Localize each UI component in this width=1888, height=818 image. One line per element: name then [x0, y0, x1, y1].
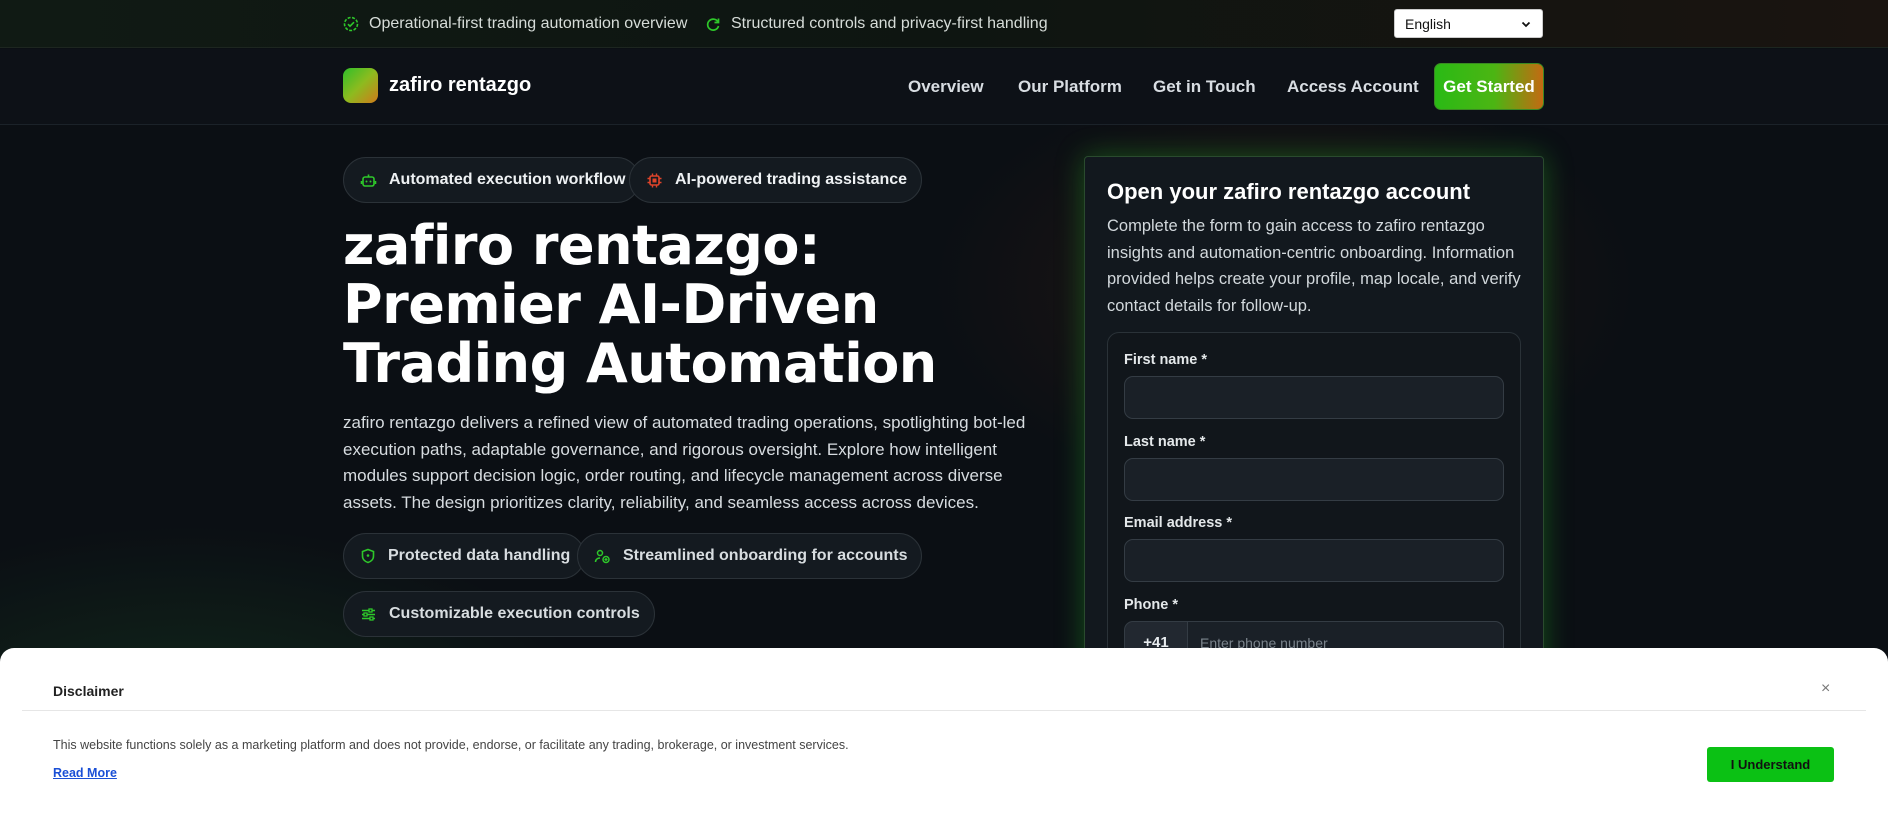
- disclaimer-text: This website functions solely as a marke…: [53, 738, 849, 752]
- email-label: Email address *: [1124, 515, 1232, 531]
- first-name-label: First name *: [1124, 352, 1207, 368]
- signup-card: Open your zafiro rentazgo account Comple…: [1084, 156, 1544, 716]
- top-bar: Operational-first trading automation ove…: [0, 0, 1888, 48]
- cpu-icon: [647, 173, 662, 187]
- last-name-field[interactable]: [1124, 458, 1504, 501]
- robot-icon: [360, 174, 377, 187]
- topbar-item-label: Structured controls and privacy-first ha…: [731, 15, 1048, 32]
- first-name-field[interactable]: [1124, 376, 1504, 419]
- feature-protected-data: Protected data handling: [343, 533, 586, 579]
- i-understand-button[interactable]: I Understand: [1707, 747, 1834, 782]
- brand-name[interactable]: zafiro rentazgo: [389, 74, 531, 97]
- badge-check-icon: [343, 16, 359, 32]
- main-nav: zafiro rentazgo Overview Our Platform Ge…: [0, 49, 1888, 125]
- disclaimer-banner: Disclaimer × This website functions sole…: [0, 648, 1888, 818]
- signup-description: Complete the form to gain access to zafi…: [1107, 217, 1521, 315]
- language-value: English: [1405, 15, 1451, 32]
- hero-description: zafiro rentazgo delivers a refined view …: [343, 413, 1026, 512]
- feature-label: Customizable execution controls: [389, 605, 640, 622]
- nav-link-platform[interactable]: Our Platform: [1018, 77, 1122, 97]
- disclaimer-title: Disclaimer: [53, 683, 124, 699]
- get-started-button[interactable]: Get Started: [1434, 63, 1544, 110]
- feature-onboarding: Streamlined onboarding for accounts: [577, 533, 923, 579]
- read-more-link[interactable]: Read More: [53, 766, 117, 780]
- nav-link-overview[interactable]: Overview: [908, 77, 984, 97]
- signup-title: Open your zafiro rentazgo account: [1107, 179, 1471, 204]
- feature-label: Streamlined onboarding for accounts: [623, 547, 908, 564]
- chevron-down-icon: [1521, 21, 1531, 27]
- nav-link-account[interactable]: Access Account: [1287, 77, 1419, 97]
- disclaimer-divider: [22, 710, 1866, 711]
- topbar-item-controls: Structured controls and privacy-first ha…: [705, 0, 1048, 48]
- sliders-icon: [362, 607, 375, 621]
- hero-tag-label: AI-powered trading assistance: [675, 171, 908, 188]
- close-icon[interactable]: ×: [1821, 680, 1830, 698]
- email-field[interactable]: [1124, 539, 1504, 582]
- hero-tag-label: Automated execution workflow: [389, 171, 626, 188]
- refresh-icon: [706, 18, 720, 31]
- topbar-item-overview: Operational-first trading automation ove…: [343, 0, 687, 48]
- hero-tag-ai: AI-powered trading assistance: [629, 157, 923, 203]
- nav-link-contact[interactable]: Get in Touch: [1153, 77, 1256, 97]
- shield-icon: [361, 548, 375, 564]
- feature-label: Protected data handling: [388, 547, 571, 564]
- phone-label: Phone *: [1124, 597, 1178, 613]
- topbar-item-label: Operational-first trading automation ove…: [369, 15, 688, 32]
- hero-tag-workflow: Automated execution workflow: [343, 157, 641, 203]
- language-select[interactable]: English: [1394, 9, 1543, 38]
- logo-icon[interactable]: [343, 68, 378, 103]
- feature-execution-controls: Customizable execution controls: [343, 591, 655, 637]
- users-icon: [594, 549, 610, 563]
- last-name-label: Last name *: [1124, 434, 1206, 450]
- hero-title: zafiro rentazgo: Premier AI-Driven Tradi…: [343, 214, 937, 395]
